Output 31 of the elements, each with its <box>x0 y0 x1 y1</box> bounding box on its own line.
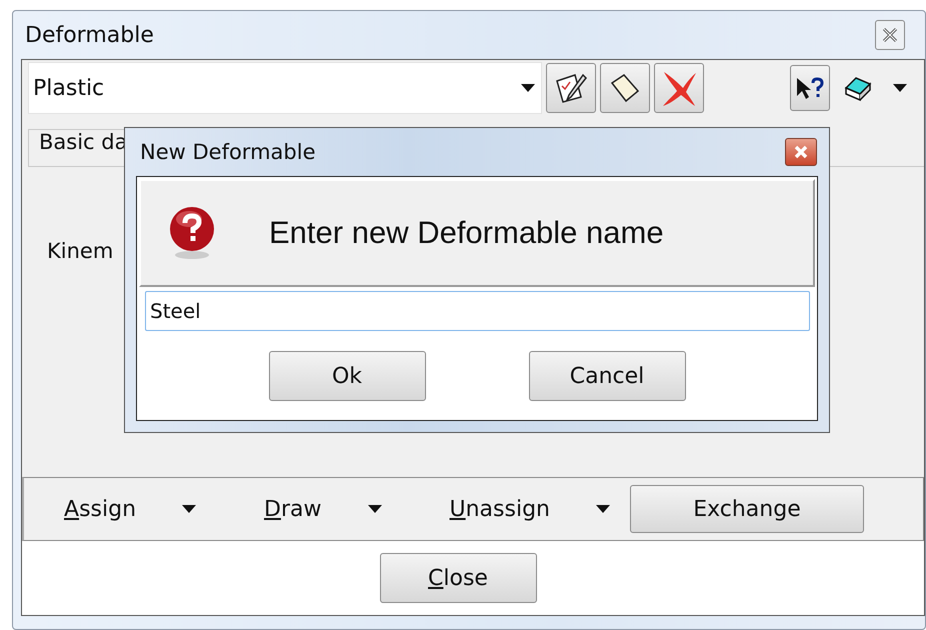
close-icon <box>881 26 899 44</box>
close-icon <box>793 144 809 160</box>
caret-icon <box>893 84 907 92</box>
close-button[interactable] <box>875 20 905 50</box>
eraser-icon <box>842 74 874 102</box>
prompt-message: Enter new Deformable name <box>269 215 664 251</box>
dropdown-menu-button[interactable]: Draw <box>264 496 382 522</box>
caret-icon <box>596 505 610 513</box>
window-title: Deformable <box>24 22 155 48</box>
exchange-button[interactable]: Exchange <box>630 485 864 533</box>
caret-icon <box>368 505 382 513</box>
close-button[interactable] <box>785 138 817 166</box>
dialog-title: New Deformable <box>139 140 316 164</box>
field-label: Kinem <box>47 239 114 263</box>
material-dropdown[interactable]: Plastic <box>28 62 542 114</box>
new-button[interactable] <box>600 63 650 113</box>
close-button[interactable]: Close <box>380 553 536 603</box>
help-button[interactable] <box>790 65 830 111</box>
caret-icon <box>521 84 535 92</box>
dropdown-menu-button[interactable]: Assign <box>64 496 196 522</box>
blank-page-icon <box>608 71 642 105</box>
ok-button[interactable]: Ok <box>268 351 426 401</box>
name-input[interactable]: Steel <box>145 291 810 331</box>
pencil-paper-icon <box>553 71 589 105</box>
caret-icon <box>182 505 196 513</box>
cancel-button[interactable]: Cancel <box>528 351 686 401</box>
dropdown-menu-button[interactable]: Unassign <box>450 496 610 522</box>
delete-button[interactable] <box>654 63 704 113</box>
help-pointer-icon <box>795 75 825 101</box>
question-icon <box>167 205 217 261</box>
edit-button[interactable] <box>546 63 596 113</box>
